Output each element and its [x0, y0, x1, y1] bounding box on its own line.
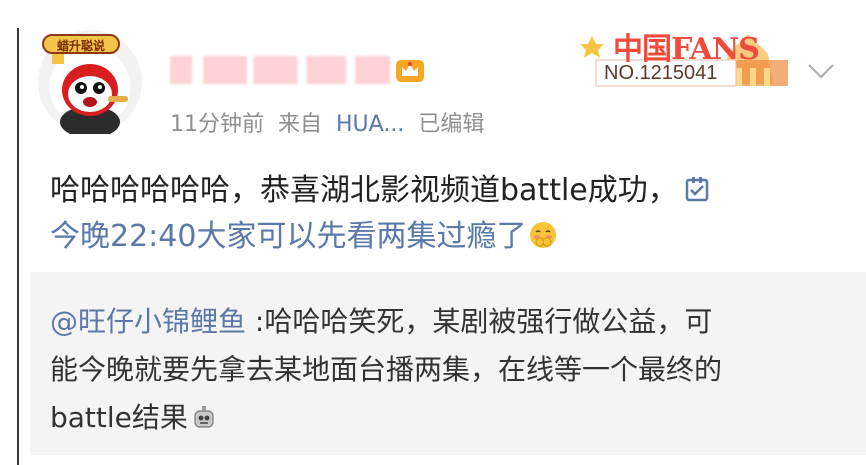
fans-badge[interactable]: 中国FANS NO.1215041	[578, 24, 798, 94]
quote-line1: :哈哈哈笑死，某剧被强行做公益，可	[246, 305, 713, 338]
quote-line2: 能今晚就要先拿去某地面台播两集，在线等一个最终的	[50, 353, 723, 386]
avatar[interactable]: 蜡升聪说	[38, 30, 142, 134]
quoted-post-text: @旺仔小锦鲤鱼 :哈哈哈笑死，某剧被强行做公益，可 能今晚就要先拿去某地面台播两…	[50, 298, 840, 442]
post-time[interactable]: 11分钟前	[170, 112, 264, 137]
source-label: 来自	[278, 112, 323, 137]
post-source[interactable]: HUA...	[336, 112, 404, 137]
post-link[interactable]: 今晚22:40大家可以先看两集过瘾了	[50, 219, 526, 254]
shy-face-emoji-icon	[530, 222, 557, 248]
username-redacted[interactable]	[170, 56, 390, 84]
post-text-line1: 哈哈哈哈哈哈，恭喜湖北影视频道battle成功，	[50, 173, 678, 208]
post-content: 哈哈哈哈哈哈，恭喜湖北影视频道battle成功， 今晚22:40大家可以先看两集…	[50, 168, 830, 260]
fans-number: NO.1215041	[600, 62, 722, 85]
crown-vip-icon[interactable]	[395, 56, 425, 84]
thread-border	[17, 28, 19, 465]
quote-mention[interactable]: @旺仔小锦鲤鱼	[50, 305, 246, 338]
chevron-down-icon[interactable]	[806, 60, 836, 82]
quote-line3: battle结果	[50, 401, 188, 434]
robot-emoji-icon	[194, 406, 214, 428]
edited-label[interactable]: 已编辑	[418, 112, 484, 137]
avatar-badge: 蜡升聪说	[42, 34, 120, 54]
post-meta: 11分钟前 来自 HUA... 已编辑	[170, 106, 498, 138]
edit-checkbox-icon[interactable]	[684, 175, 710, 203]
